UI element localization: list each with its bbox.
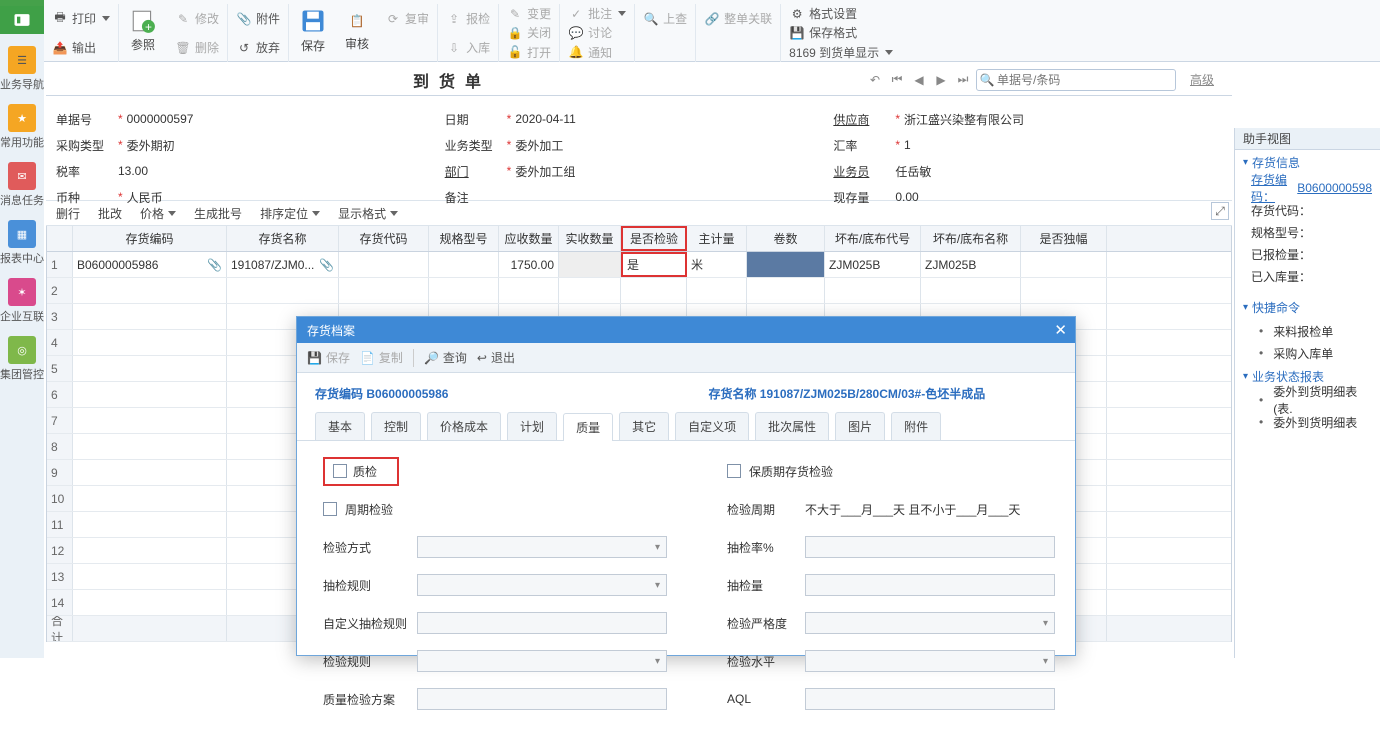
search-wrap[interactable]: 🔍 — [976, 69, 1176, 91]
inventory-modal: 存货档案✕ 💾 保存 📄 复制 🔎 查询 ↩ 退出 存货编码 B06000005… — [296, 316, 1076, 656]
page-title: 到货单 — [46, 68, 858, 92]
tt-batch[interactable]: 批改 — [98, 205, 122, 222]
period-checkbox[interactable] — [323, 502, 337, 516]
tab-image[interactable]: 图片 — [835, 412, 885, 440]
sample-pct-input[interactable] — [805, 536, 1055, 558]
sidebar-nav[interactable]: ☰业务导航 — [0, 40, 44, 98]
dept-link[interactable]: 部门 — [445, 163, 507, 180]
ribbon-displaymode[interactable]: 8169 到货单显示 — [789, 43, 893, 62]
tab-control[interactable]: 控制 — [371, 412, 421, 440]
ribbon-inbound: ⇩入库 — [446, 38, 490, 58]
modal-exit[interactable]: ↩ 退出 — [477, 349, 515, 366]
modal-copy: 📄 复制 — [360, 349, 403, 366]
assist-title: 助手视图 — [1235, 128, 1380, 150]
ribbon-reference[interactable]: +参照 — [119, 4, 167, 56]
sample-rule-input[interactable]: ▾ — [417, 574, 667, 596]
nav-first-icon[interactable]: ⏮ — [888, 71, 906, 89]
nav-undo-icon[interactable]: ↶ — [866, 71, 884, 89]
assist-invcode-link[interactable]: 存货编码： — [1251, 171, 1297, 205]
sample-qty-input[interactable] — [805, 574, 1055, 596]
sidebar-msg[interactable]: ✉消息任务 — [0, 156, 44, 214]
insp-rule-input[interactable]: ▾ — [417, 650, 667, 672]
sidebar-freq[interactable]: ★常用功能 — [0, 98, 44, 156]
tab-quality[interactable]: 质量 — [563, 413, 613, 441]
ribbon-attachment[interactable]: 📎附件 — [236, 9, 280, 29]
warranty-checkbox[interactable] — [727, 464, 741, 478]
advanced-link[interactable]: 高级 — [1190, 71, 1214, 88]
ribbon-formatset[interactable]: ⚙格式设置 — [789, 4, 893, 23]
modal-tabs: 基本 控制 价格成本 计划 质量 其它 自定义项 批次属性 图片 附件 — [297, 412, 1075, 441]
modal-query[interactable]: 🔎 查询 — [424, 349, 467, 366]
level-input[interactable]: ▾ — [805, 650, 1055, 672]
qc-checkbox-wrap[interactable]: 质检 — [323, 457, 399, 486]
search-icon: 🔍 — [977, 73, 997, 87]
tt-genlot[interactable]: 生成批号 — [194, 205, 242, 222]
nav-next-icon[interactable]: ▶ — [932, 71, 950, 89]
ribbon-wholelink: 🔗整单关联 — [704, 9, 772, 29]
sales-link[interactable]: 业务员 — [833, 163, 895, 180]
assist-panel: 助手视图 ▾存货信息 存货编码：B0600000598 存货代码： 规格型号： … — [1234, 128, 1380, 658]
ribbon-approve: ✓批注 — [568, 4, 626, 23]
ribbon-discuss: 💬讨论 — [568, 23, 626, 42]
sidebar-report[interactable]: ▦报表中心 — [0, 214, 44, 272]
modal-close-icon[interactable]: ✕ — [1054, 321, 1067, 339]
assist-sec-cmd[interactable]: ▾快捷命令 — [1235, 295, 1380, 320]
app-logo[interactable] — [0, 6, 44, 34]
ribbon-print[interactable]: 🖶打印 — [52, 9, 110, 29]
ribbon-checkup: 🔍上查 — [643, 9, 687, 29]
search-input[interactable] — [997, 73, 1175, 87]
ribbon-output[interactable]: 📤输出 — [52, 38, 110, 58]
ribbon-audit[interactable]: 📋审核 — [337, 4, 377, 56]
form-header: 单据号*0000000597 日期*2020-04-11 供应商*浙江盛兴染整有… — [46, 96, 1232, 200]
severity-input[interactable]: ▾ — [805, 612, 1055, 634]
tab-other[interactable]: 其它 — [619, 412, 669, 440]
ribbon-review: ⟳复审 — [385, 9, 429, 29]
nav-prev-icon[interactable]: ◀ — [910, 71, 928, 89]
assist-link-1[interactable]: 来料报检单 — [1235, 320, 1380, 342]
ribbon-open: 🔓打开 — [507, 43, 551, 62]
tt-sort[interactable]: 排序定位 — [260, 205, 320, 222]
grid-options-icon[interactable]: ⤢ — [1211, 202, 1229, 220]
modal-title: 存货档案 — [307, 322, 355, 339]
tt-delrow[interactable]: 删行 — [56, 205, 80, 222]
tt-price[interactable]: 价格 — [140, 205, 176, 222]
sidebar-group[interactable]: ◎集团管控 — [0, 330, 44, 388]
insp-method-input[interactable]: ▾ — [417, 536, 667, 558]
table-row[interactable]: 1 B06000005986📎 191087/ZJM0...📎 1750.00 … — [47, 252, 1231, 278]
ribbon-report: ⇪报检 — [446, 9, 490, 29]
ribbon-saveformat[interactable]: 💾保存格式 — [789, 23, 893, 42]
qc-plan-input[interactable] — [417, 688, 667, 710]
nav-last-icon[interactable]: ⏭ — [954, 71, 972, 89]
col-ischeck: 是否检验 — [621, 226, 687, 251]
modal-save: 💾 保存 — [307, 349, 350, 366]
tab-custom[interactable]: 自定义项 — [675, 412, 749, 440]
attach-icon-2[interactable]: 📎 — [319, 258, 334, 272]
attach-icon[interactable]: 📎 — [207, 258, 222, 272]
supplier-value: 浙江盛兴染整有限公司 — [904, 111, 1024, 128]
supplier-link[interactable]: 供应商 — [833, 111, 895, 128]
cust-rule-input[interactable] — [417, 612, 667, 634]
qc-checkbox[interactable] — [333, 464, 347, 478]
tab-plan[interactable]: 计划 — [507, 412, 557, 440]
ribbon-save[interactable]: 保存 — [289, 4, 337, 56]
tab-price[interactable]: 价格成本 — [427, 412, 501, 440]
tab-batch[interactable]: 批次属性 — [755, 412, 829, 440]
ribbon-change: ✎变更 — [507, 4, 551, 23]
tab-attach[interactable]: 附件 — [891, 412, 941, 440]
ribbon-delete: 🗑删除 — [175, 38, 219, 58]
ribbon-notify: 🔔通知 — [568, 43, 626, 62]
ribbon-modify: ✎修改 — [175, 9, 219, 29]
assist-link-2[interactable]: 采购入库单 — [1235, 342, 1380, 364]
assist-link-3[interactable]: 委外到货明细表(表. — [1235, 389, 1380, 411]
billno-value: 0000000597 — [127, 112, 194, 126]
tab-basic[interactable]: 基本 — [315, 412, 365, 440]
ribbon-abandon[interactable]: ↺放弃 — [236, 38, 280, 58]
date-value: 2020-04-11 — [515, 112, 576, 126]
aql-input[interactable] — [805, 688, 1055, 710]
svg-text:+: + — [145, 19, 152, 33]
ribbon-close: 🔒关闭 — [507, 23, 551, 42]
tt-dispfmt[interactable]: 显示格式 — [338, 205, 398, 222]
sidebar-ent[interactable]: ✶企业互联 — [0, 272, 44, 330]
